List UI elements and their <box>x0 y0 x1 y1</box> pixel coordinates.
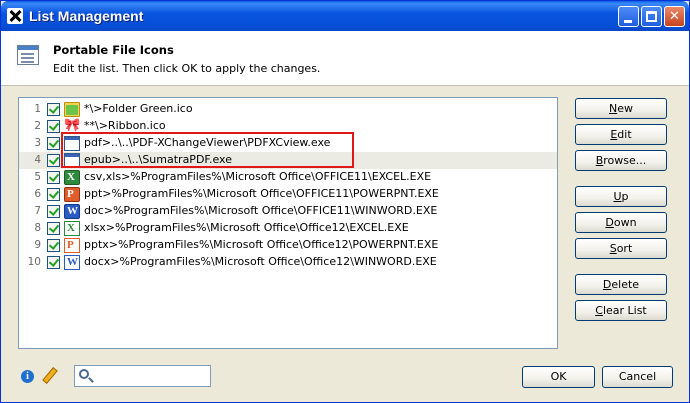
sort-button[interactable]: Sort <box>575 238 667 259</box>
maximize-button[interactable] <box>641 6 662 27</box>
maximize-icon <box>646 11 657 22</box>
item-checkbox[interactable] <box>47 222 60 235</box>
list-item[interactable]: 6 P ppt>%ProgramFiles%\Microsoft Office\… <box>19 186 557 203</box>
list-item[interactable]: 7 W doc>%ProgramFiles%\Microsoft Office\… <box>19 203 557 220</box>
item-text: *\>Folder Green.ico <box>84 102 193 115</box>
item-checkbox[interactable] <box>47 103 60 116</box>
browse-button[interactable]: Browse... <box>575 150 667 171</box>
word-2007-icon: W <box>64 255 80 270</box>
line-number: 7 <box>34 205 41 217</box>
info-icon[interactable]: i <box>21 370 34 383</box>
list-icon <box>17 45 39 65</box>
line-number: 4 <box>34 154 41 166</box>
new-button[interactable]: New <box>575 98 667 119</box>
header-title: Portable File Icons <box>53 43 174 57</box>
item-checkbox[interactable] <box>47 205 60 218</box>
list-management-dialog: List Management ✕ Portable File Icons Ed… <box>0 0 690 403</box>
delete-button[interactable]: Delete <box>575 274 667 295</box>
line-number: 10 <box>27 256 41 268</box>
item-text: csv,xls>%ProgramFiles%\Microsoft Office\… <box>84 170 432 183</box>
header-subtitle: Edit the list. Then click OK to apply th… <box>53 62 321 75</box>
powerpoint-icon: P <box>64 187 80 202</box>
window-title: List Management <box>29 8 144 24</box>
close-button[interactable]: ✕ <box>664 6 685 27</box>
up-button[interactable]: Up <box>575 186 667 207</box>
line-number: 1 <box>34 103 41 115</box>
line-number: 8 <box>34 222 41 234</box>
annotation-highlight-box <box>61 132 354 168</box>
item-text: pptx>%ProgramFiles%\Microsoft Office\Off… <box>84 238 439 251</box>
item-checkbox[interactable] <box>47 256 60 269</box>
minimize-button[interactable] <box>618 6 639 27</box>
powerpoint-2007-icon: P <box>64 238 80 253</box>
list-item[interactable]: 10 W docx>%ProgramFiles%\Microsoft Offic… <box>19 254 557 271</box>
line-number: 6 <box>34 188 41 200</box>
list-item[interactable]: 8 X xlsx>%ProgramFiles%\Microsoft Office… <box>19 220 557 237</box>
item-text: docx>%ProgramFiles%\Microsoft Office\Off… <box>84 255 437 268</box>
cancel-button[interactable]: Cancel <box>602 366 673 388</box>
app-icon <box>7 8 23 24</box>
item-checkbox[interactable] <box>47 154 60 167</box>
pencil-icon[interactable] <box>41 367 57 383</box>
search-field[interactable] <box>74 365 211 387</box>
down-button[interactable]: Down <box>575 212 667 233</box>
item-checkbox[interactable] <box>47 120 60 133</box>
edit-button[interactable]: Edit <box>575 124 667 145</box>
item-checkbox[interactable] <box>47 188 60 201</box>
line-number: 5 <box>34 171 41 183</box>
item-checkbox[interactable] <box>47 137 60 150</box>
close-icon: ✕ <box>669 9 680 24</box>
clear-list-button[interactable]: Clear List <box>575 300 667 321</box>
item-text: ppt>%ProgramFiles%\Microsoft Office\OFFI… <box>84 187 439 200</box>
item-text: xlsx>%ProgramFiles%\Microsoft Office\Off… <box>84 221 409 234</box>
item-text: doc>%ProgramFiles%\Microsoft Office\OFFI… <box>84 204 438 217</box>
word-icon: W <box>64 204 80 219</box>
dialog-header: Portable File Icons Edit the list. Then … <box>1 31 689 86</box>
list-item[interactable]: 9 P pptx>%ProgramFiles%\Microsoft Office… <box>19 237 557 254</box>
search-input[interactable] <box>95 368 207 384</box>
minimize-icon <box>624 20 632 23</box>
line-number: 9 <box>34 239 41 251</box>
list-item[interactable]: 5 X csv,xls>%ProgramFiles%\Microsoft Off… <box>19 169 557 186</box>
item-checkbox[interactable] <box>47 239 60 252</box>
excel-2007-icon: X <box>64 221 80 236</box>
line-number: 3 <box>34 137 41 149</box>
title-bar[interactable]: List Management ✕ <box>1 1 689 31</box>
item-checkbox[interactable] <box>47 171 60 184</box>
item-text: **\>Ribbon.ico <box>84 119 166 132</box>
line-number: 2 <box>34 120 41 132</box>
search-icon <box>79 369 89 379</box>
folder-icon <box>64 102 80 117</box>
ok-button[interactable]: OK <box>522 366 595 388</box>
list-item[interactable]: 1 *\>Folder Green.ico <box>19 101 557 118</box>
excel-icon: X <box>64 170 80 185</box>
